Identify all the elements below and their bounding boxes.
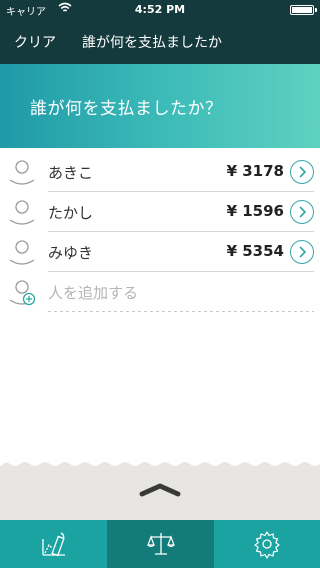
people-list: あきこ ¥ 3178 たかし ¥ 1596 みゆき ¥ 5354 人を追加する [0,152,320,312]
person-name: あきこ [48,164,94,182]
person-row[interactable]: みゆき ¥ 5354 [0,232,320,272]
summary-drawer [0,462,320,520]
tab-chart[interactable] [0,520,107,568]
person-icon [9,200,35,225]
person-amount: ¥ 5354 [226,242,284,260]
scale-balance-icon [146,533,175,555]
add-person-row[interactable]: 人を追加する [0,272,320,312]
person-amount: ¥ 1596 [226,202,284,220]
header-prompt: 誰が何を支払ましたか？ [30,99,223,119]
clear-button[interactable]: クリア [14,32,56,52]
tab-balance[interactable] [107,520,214,568]
header-banner: 誰が何を支払ましたか？ [0,64,320,148]
person-amount: ¥ 3178 [226,162,284,180]
person-row[interactable]: たかし ¥ 1596 [0,192,320,232]
person-name: たかし [48,204,94,222]
tab-bar [0,520,320,568]
status-time: 4:52 PM [134,3,186,16]
chevron-right-icon[interactable] [290,160,314,184]
add-person-input[interactable]: 人を追加する [48,282,138,303]
chevron-right-icon[interactable] [290,200,314,224]
status-bar: キャリア 4:52 PM [0,0,320,20]
wave-edge [0,462,320,468]
person-icon [9,160,35,185]
tab-settings[interactable] [214,520,320,568]
nav-title: 誰が何を支払ましたか [82,35,222,51]
person-name: みゆき [48,244,94,262]
person-row[interactable]: あきこ ¥ 3178 [0,152,320,192]
add-person-icon[interactable] [8,278,36,306]
drawer-handle-icon[interactable] [138,482,182,498]
chart-edit-icon [41,532,65,557]
nav-bar: クリア 誰が何を支払ましたか [0,20,320,64]
person-icon [9,240,35,265]
gear-icon [254,531,280,559]
chevron-right-icon[interactable] [290,240,314,264]
row-divider [48,311,314,312]
battery-icon [290,5,317,15]
